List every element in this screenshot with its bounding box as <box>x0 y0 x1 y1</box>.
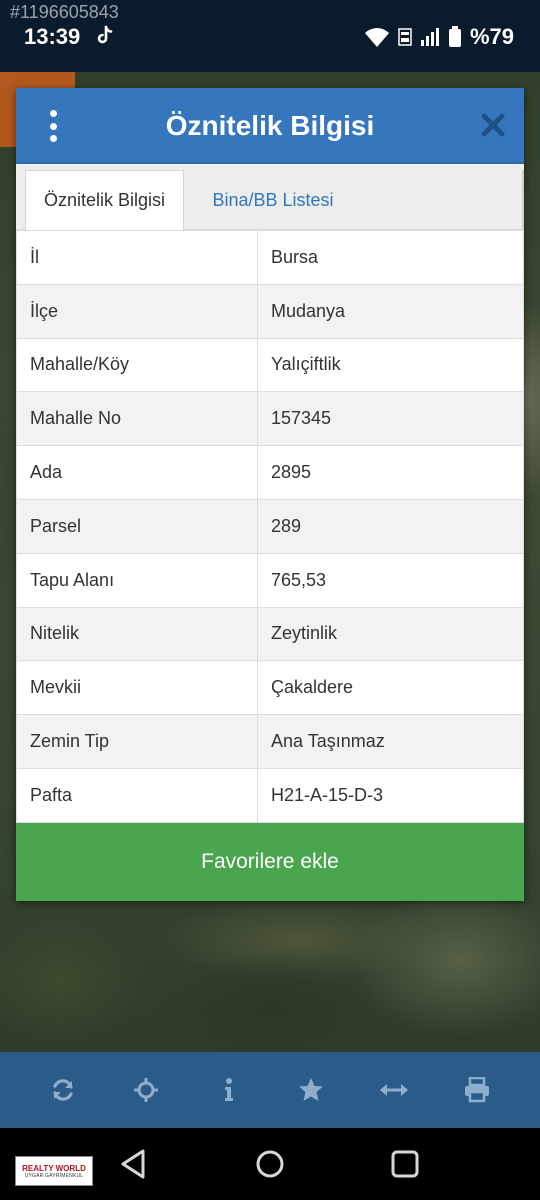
table-row: Zemin Tip Ana Taşınmaz <box>16 714 524 769</box>
locate-icon <box>133 1078 158 1102</box>
table-row: Parsel 289 <box>16 498 524 554</box>
logo-subtitle: UYGAR GAYRİMENKUL <box>24 1172 84 1179</box>
dialog-header: Öznitelik Bilgisi <box>16 88 524 164</box>
attribute-key: Ada <box>16 445 258 500</box>
attribute-key: Zemin Tip <box>16 714 258 769</box>
tab-building-list[interactable]: Bina/BB Listesi <box>188 170 358 230</box>
refresh-icon <box>53 1079 73 1101</box>
status-time: 13:39 <box>24 24 81 49</box>
more-options-icon[interactable] <box>44 110 62 142</box>
close-icon[interactable] <box>478 110 508 140</box>
table-row: İlçe Mudanya <box>16 283 524 339</box>
logo-brand: REALTY WORLD <box>22 1163 86 1173</box>
dialog-title: Öznitelik Bilgisi <box>165 110 375 141</box>
attribute-key: İl <box>16 230 258 285</box>
watermark-id: #1196605843 <box>10 2 119 22</box>
home-icon[interactable] <box>252 1146 288 1182</box>
tiktok-icon <box>97 25 113 44</box>
attribute-value: H21-A-15-D-3 <box>257 767 524 823</box>
measure-icon <box>379 1084 408 1096</box>
status-bar: #1196605843 13:39 %79 <box>0 0 540 72</box>
attribute-key: Mahalle/Köy <box>16 337 258 393</box>
attribute-table: İl Bursa İlçe Mudanya Mahalle/Köy Yalıçiftlik… <box>16 230 524 823</box>
attribute-value: Ana Taşınmaz <box>257 714 524 769</box>
info-icon <box>224 1078 233 1101</box>
table-row: Mahalle No 157345 <box>16 391 524 447</box>
attribute-key: Mahalle No <box>16 391 258 447</box>
attribute-key: Tapu Alanı <box>16 552 258 608</box>
print-icon <box>464 1077 489 1103</box>
attribute-value: 289 <box>257 498 524 554</box>
attribute-key: Pafta <box>16 767 258 823</box>
attribute-value: Zeytinlik <box>257 606 524 662</box>
table-row: Ada 2895 <box>16 445 524 500</box>
favorites-button[interactable] <box>289 1068 333 1112</box>
table-row: Pafta H21-A-15-D-3 <box>16 767 524 823</box>
attribute-value: Bursa <box>257 230 524 285</box>
table-row: Mahalle/Köy Yalıçiftlik <box>16 337 524 393</box>
print-button[interactable] <box>455 1068 499 1112</box>
star-icon <box>299 1078 324 1101</box>
battery-percent: %79 <box>469 24 514 49</box>
attribute-key: İlçe <box>16 283 258 339</box>
map-toolbar <box>0 1052 540 1128</box>
tab-scroll-edge <box>522 170 524 230</box>
tab-bar: Öznitelik Bilgisi Bina/BB Listesi <box>16 164 524 230</box>
attribute-dialog: Öznitelik Bilgisi Öznitelik Bilgisi Bina… <box>16 88 524 901</box>
attribute-key: Parsel <box>16 498 258 554</box>
back-icon[interactable] <box>116 1146 152 1182</box>
realty-world-logo: REALTY WORLD UYGAR GAYRİMENKUL <box>15 1156 93 1186</box>
volte-icon <box>398 28 412 46</box>
battery-icon <box>448 26 461 47</box>
attribute-value: Yalıçiftlik <box>257 337 524 393</box>
recents-icon[interactable] <box>387 1146 423 1182</box>
table-row: Tapu Alanı 765,53 <box>16 552 524 608</box>
attribute-key: Nitelik <box>16 606 258 662</box>
attribute-key: Mevkii <box>16 660 258 716</box>
attribute-value: 157345 <box>257 391 524 447</box>
table-row: İl Bursa <box>16 230 524 285</box>
attribute-value: 2895 <box>257 445 524 500</box>
status-icons: %79 <box>364 24 514 50</box>
attribute-value: 765,53 <box>257 552 524 608</box>
info-button[interactable] <box>207 1068 251 1112</box>
table-row: Nitelik Zeytinlik <box>16 606 524 662</box>
attribute-value: Çakaldere <box>257 660 524 716</box>
locate-button[interactable] <box>124 1068 168 1112</box>
signal-icon <box>420 28 439 46</box>
attribute-value: Mudanya <box>257 283 524 339</box>
wifi-icon <box>364 28 389 47</box>
refresh-button[interactable] <box>41 1068 85 1112</box>
table-row: Mevkii Çakaldere <box>16 660 524 716</box>
add-to-favorites-button[interactable]: Favorilere ekle <box>16 823 524 901</box>
tab-attribute-info[interactable]: Öznitelik Bilgisi <box>25 170 184 230</box>
measure-button[interactable] <box>372 1068 416 1112</box>
